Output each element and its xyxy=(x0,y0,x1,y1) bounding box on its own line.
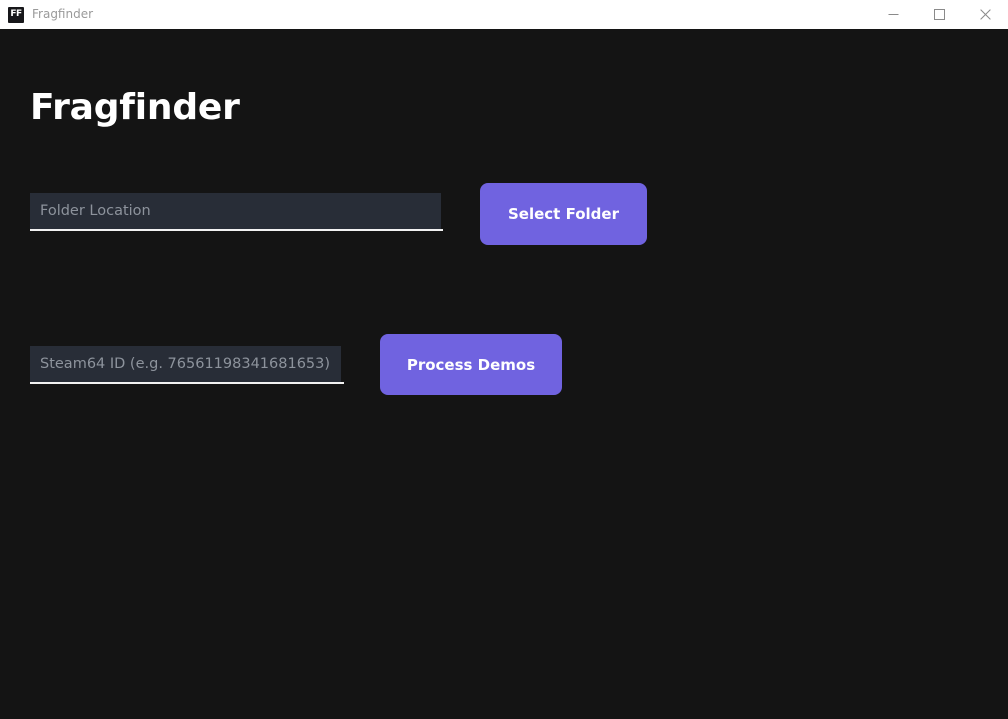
app-icon: FF xyxy=(8,6,24,23)
app-icon-label: FF xyxy=(10,9,22,19)
folder-location-field[interactable] xyxy=(30,193,443,231)
main-content: Fragfinder Select Folder Process Demos xyxy=(0,29,1008,719)
minimize-icon xyxy=(888,14,898,15)
steam-id-input[interactable] xyxy=(40,346,331,382)
maximize-button[interactable] xyxy=(916,0,962,29)
app-window: FF Fragfinder Fragfinder Folder Location… xyxy=(0,0,1008,719)
folder-location-input[interactable] xyxy=(40,193,431,229)
window-title: Fragfinder xyxy=(32,7,94,21)
maximize-icon xyxy=(933,9,945,20)
page-title: Fragfinder xyxy=(30,87,240,128)
close-icon xyxy=(979,9,991,20)
title-bar[interactable]: FF Fragfinder xyxy=(0,0,1008,29)
title-bar-drag-area[interactable] xyxy=(93,0,870,29)
window-controls xyxy=(870,0,1008,29)
steam-id-field[interactable] xyxy=(30,346,344,384)
folder-location-field-fill xyxy=(30,193,441,229)
select-folder-button[interactable]: Select Folder xyxy=(480,183,647,245)
close-button[interactable] xyxy=(962,0,1008,29)
minimize-button[interactable] xyxy=(870,0,916,29)
steam-id-field-fill xyxy=(30,346,341,382)
process-demos-button[interactable]: Process Demos xyxy=(380,334,562,395)
